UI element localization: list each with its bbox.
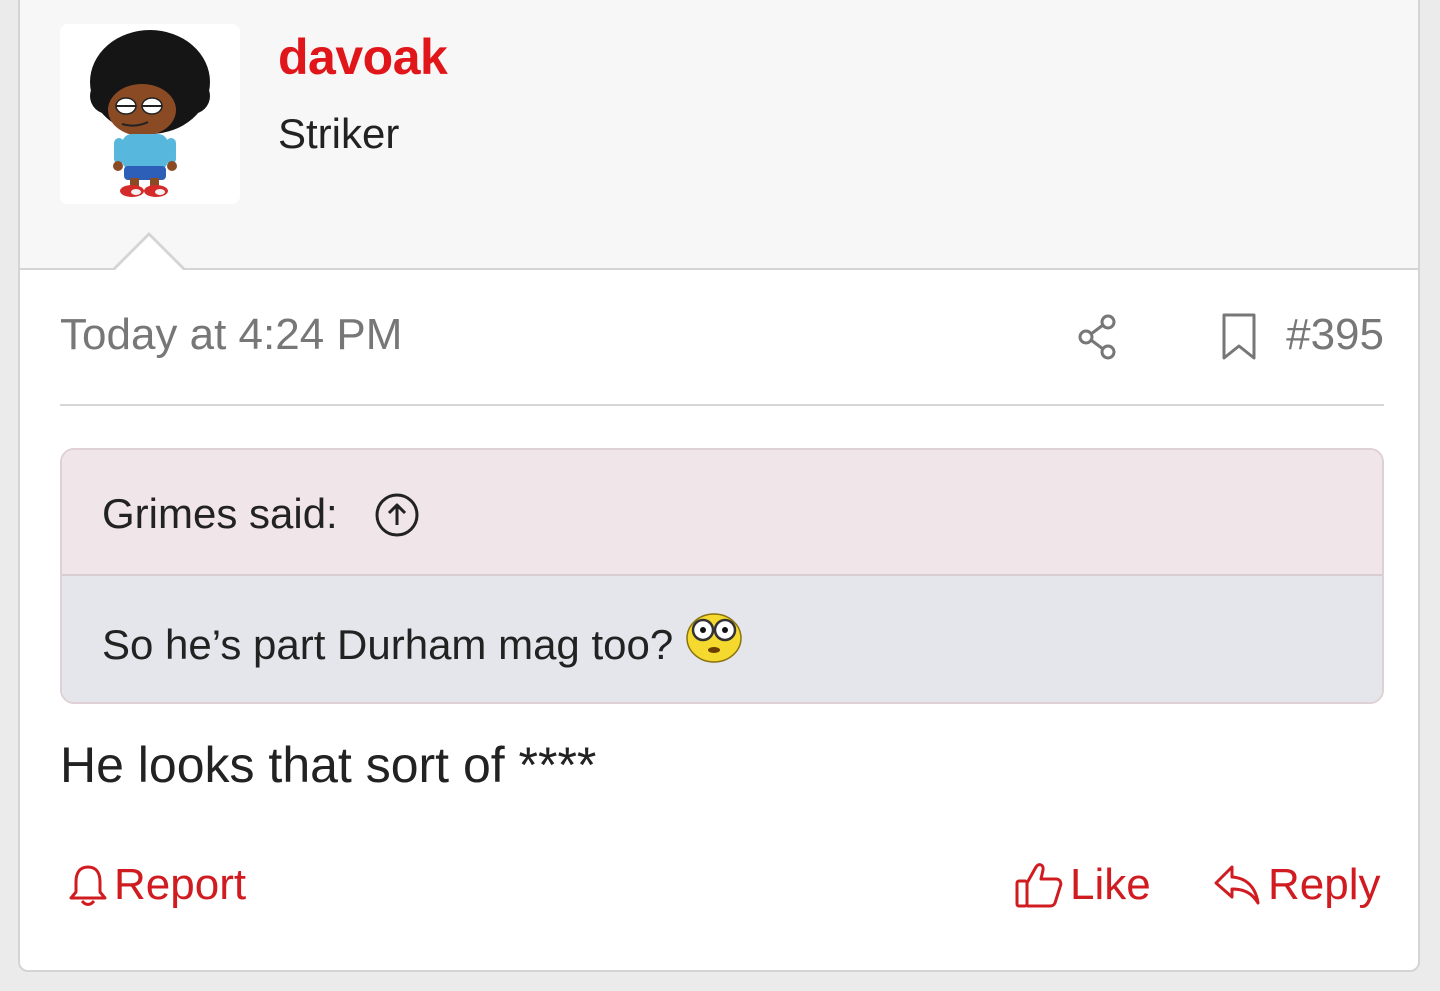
quote-header: Grimes said:: [62, 450, 1382, 576]
shocked-glasses-emoji-icon: [685, 610, 743, 674]
like-button[interactable]: Like: [1014, 860, 1151, 910]
user-header: davoak Striker: [20, 0, 1418, 270]
reply-label: Reply: [1268, 860, 1381, 909]
quote-body: So he’s part Durham mag too?: [62, 576, 1382, 702]
quote-text: So he’s part Durham mag too?: [102, 621, 674, 668]
report-label: Report: [114, 860, 247, 909]
quote-text-row: So he’s part Durham mag too?: [102, 613, 743, 674]
post-message: He looks that sort of ****: [60, 737, 597, 793]
post-meta: Today at 4:24 PM #395: [60, 302, 1384, 372]
post-number[interactable]: #395: [1286, 310, 1384, 360]
header-pointer-fill: [115, 236, 183, 270]
quote-block: Grimes said: So he’s part Durham mag too…: [60, 448, 1384, 704]
bell-icon: [69, 865, 107, 906]
thumbs-up-icon: [1015, 863, 1063, 908]
share-icon[interactable]: [1076, 312, 1120, 367]
post-card: davoak Striker Today at 4:24 PM #395 Gri…: [18, 0, 1420, 972]
report-button[interactable]: Report: [68, 860, 246, 910]
reply-arrow-icon: [1214, 865, 1260, 905]
quote-author[interactable]: Grimes said:: [102, 490, 338, 538]
arrow-up-circle-icon[interactable]: [374, 492, 420, 543]
bookmark-icon[interactable]: [1220, 312, 1260, 367]
user-title: Striker: [278, 110, 400, 157]
post-timestamp[interactable]: Today at 4:24 PM: [60, 310, 402, 360]
username[interactable]: davoak: [278, 28, 448, 86]
reply-button[interactable]: Reply: [1212, 860, 1381, 910]
meta-divider: [60, 404, 1384, 406]
like-label: Like: [1070, 860, 1151, 909]
avatar[interactable]: [60, 24, 240, 204]
